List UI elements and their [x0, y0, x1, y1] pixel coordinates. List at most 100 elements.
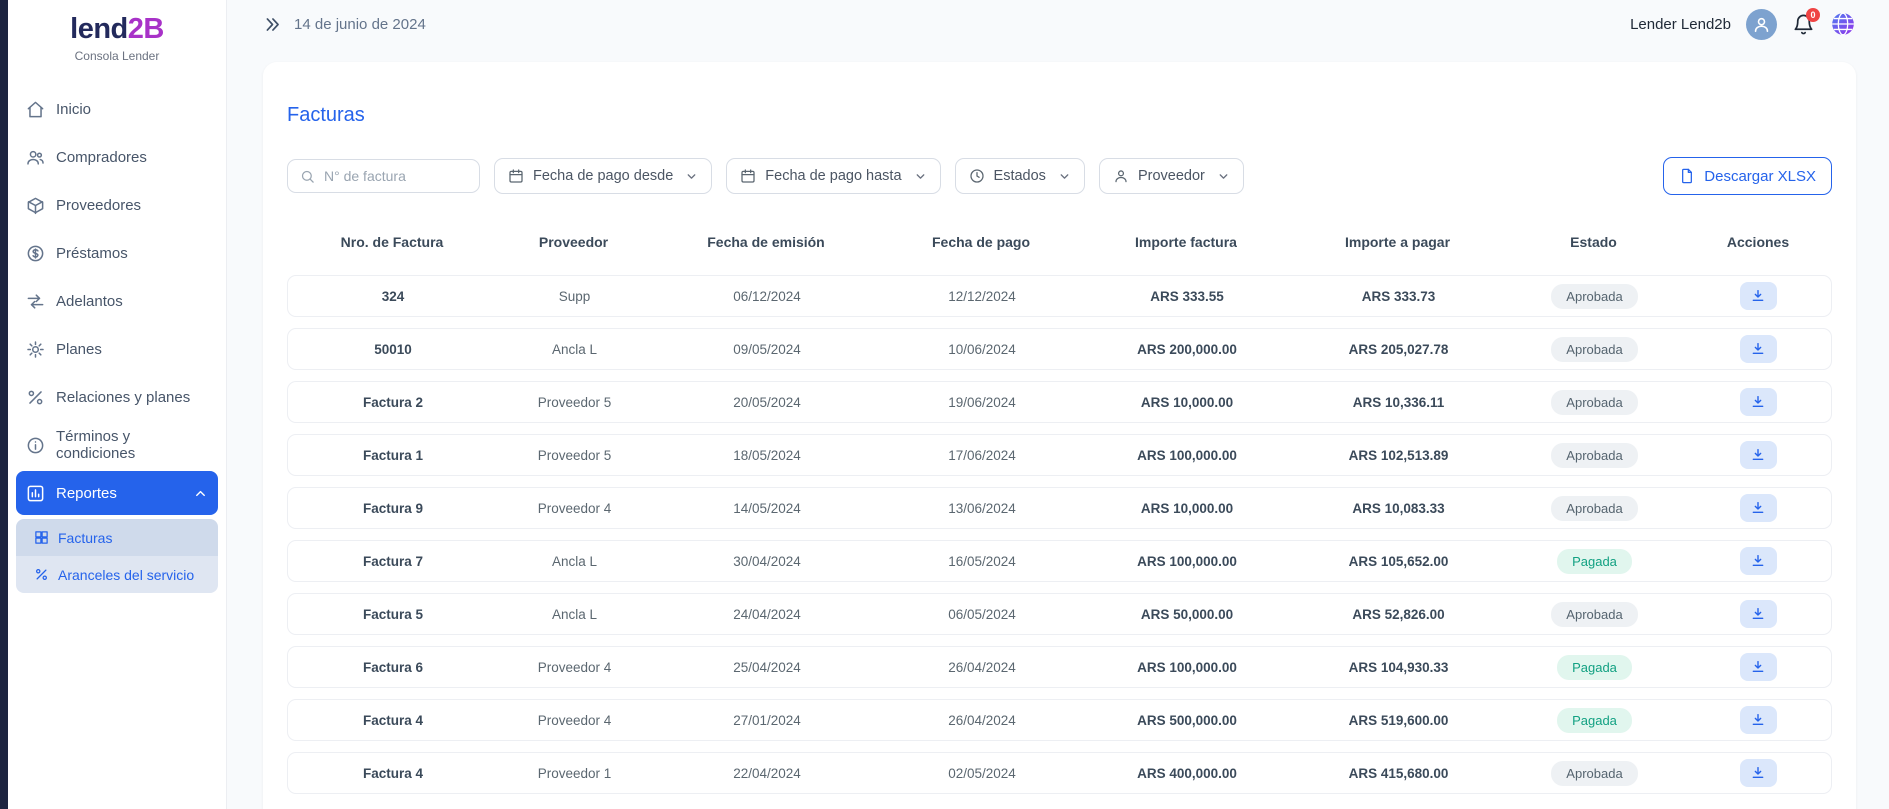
cell-payable-amount: ARS 519,600.00 [1293, 713, 1504, 728]
states-filter[interactable]: Estados [955, 158, 1085, 194]
cell-invoice-number: Factura 7 [288, 554, 498, 569]
sidebar-item-label: Términos y condiciones [56, 428, 208, 462]
transfer-icon [26, 292, 45, 311]
double-chevron-right-icon[interactable] [263, 15, 282, 34]
download-row-button[interactable] [1740, 388, 1777, 416]
sidebar-item-terminos-y-condiciones[interactable]: Términos y condiciones [16, 423, 218, 467]
table-header-row: Nro. de Factura Proveedor Fecha de emisi… [287, 219, 1832, 265]
cell-payment-date: 06/05/2024 [883, 607, 1081, 622]
cell-invoice-number: Factura 5 [288, 607, 498, 622]
sidebar-item-prestamos[interactable]: Préstamos [16, 231, 218, 275]
download-icon [1750, 659, 1766, 675]
cell-payable-amount: ARS 205,027.78 [1293, 342, 1504, 357]
cell-actions [1685, 706, 1831, 734]
status-badge: Pagada [1557, 708, 1632, 733]
sidebar-item-planes[interactable]: Planes [16, 327, 218, 371]
cell-payable-amount: ARS 105,652.00 [1293, 554, 1504, 569]
cell-status: Aprobada [1504, 390, 1685, 415]
cell-actions [1685, 388, 1831, 416]
sidebar-item-adelantos[interactable]: Adelantos [16, 279, 218, 323]
cell-invoice-number: Factura 2 [288, 395, 498, 410]
cell-issue-date: 22/04/2024 [651, 766, 883, 781]
percent-icon [26, 388, 45, 407]
table-row: Factura 2 Proveedor 5 20/05/2024 19/06/2… [287, 381, 1832, 423]
download-row-button[interactable] [1740, 706, 1777, 734]
user-avatar[interactable] [1746, 9, 1777, 40]
download-row-button[interactable] [1740, 335, 1777, 363]
search-input[interactable] [324, 168, 467, 184]
cell-provider: Ancla L [498, 607, 651, 622]
cell-invoice-number: 50010 [288, 342, 498, 357]
file-icon [1679, 168, 1695, 184]
sidebar-item-inicio[interactable]: Inicio [16, 87, 218, 131]
cell-actions [1685, 335, 1831, 363]
notification-count-badge: 0 [1806, 8, 1820, 22]
sidebar-item-proveedores[interactable]: Proveedores [16, 183, 218, 227]
reportes-submenu: Facturas Aranceles del servicio [16, 519, 218, 593]
submenu-item-label: Aranceles del servicio [58, 567, 194, 583]
submenu-item-aranceles-del-servicio[interactable]: Aranceles del servicio [16, 556, 218, 593]
cell-status: Aprobada [1504, 602, 1685, 627]
sidebar-item-label: Proveedores [56, 197, 141, 214]
sidebar-item-label: Reportes [56, 485, 117, 502]
download-row-button[interactable] [1740, 494, 1777, 522]
language-globe-icon[interactable] [1830, 11, 1856, 37]
cell-invoice-amount: ARS 500,000.00 [1081, 713, 1293, 728]
provider-filter[interactable]: Proveedor [1099, 158, 1244, 194]
cell-invoice-amount: ARS 100,000.00 [1081, 554, 1293, 569]
col-header-estado: Estado [1503, 234, 1684, 250]
cell-provider: Ancla L [498, 342, 651, 357]
download-row-button[interactable] [1740, 653, 1777, 681]
filters-bar: Fecha de pago desde Fecha de pago hasta [287, 157, 1832, 195]
sidebar-item-label: Inicio [56, 101, 91, 118]
cell-provider: Proveedor 1 [498, 766, 651, 781]
cell-payment-date: 10/06/2024 [883, 342, 1081, 357]
download-row-button[interactable] [1740, 441, 1777, 469]
download-xlsx-button[interactable]: Descargar XLSX [1663, 157, 1832, 195]
download-row-button[interactable] [1740, 600, 1777, 628]
sidebar-item-compradores[interactable]: Compradores [16, 135, 218, 179]
status-badge: Aprobada [1551, 284, 1637, 309]
cell-issue-date: 20/05/2024 [651, 395, 883, 410]
cell-status: Aprobada [1504, 496, 1685, 521]
download-row-button[interactable] [1740, 759, 1777, 787]
breadcrumb-date: 14 de junio de 2024 [294, 16, 426, 33]
cell-payable-amount: ARS 52,826.00 [1293, 607, 1504, 622]
submenu-item-facturas[interactable]: Facturas [16, 519, 218, 556]
sidebar-item-reportes[interactable]: Reportes [16, 471, 218, 515]
sidebar-item-label: Relaciones y planes [56, 389, 190, 406]
invoice-search-box [287, 159, 480, 193]
cell-issue-date: 18/05/2024 [651, 448, 883, 463]
download-icon [1750, 553, 1766, 569]
cell-issue-date: 24/04/2024 [651, 607, 883, 622]
brand-name-secondary: 2B [128, 13, 164, 45]
cell-invoice-amount: ARS 100,000.00 [1081, 448, 1293, 463]
download-icon [1750, 606, 1766, 622]
download-row-button[interactable] [1740, 547, 1777, 575]
download-xlsx-label: Descargar XLSX [1704, 168, 1816, 185]
cell-payment-date: 19/06/2024 [883, 395, 1081, 410]
brand-name-primary: lend [70, 13, 128, 45]
download-row-button[interactable] [1740, 282, 1777, 310]
notification-bell-icon[interactable]: 0 [1792, 13, 1815, 36]
cell-status: Pagada [1504, 655, 1685, 680]
status-badge: Aprobada [1551, 337, 1637, 362]
date-from-filter[interactable]: Fecha de pago desde [494, 158, 712, 194]
sidebar-item-relaciones-y-planes[interactable]: Relaciones y planes [16, 375, 218, 419]
topbar: 14 de junio de 2024 Lender Lend2b 0 [227, 0, 1889, 40]
cell-payable-amount: ARS 10,083.33 [1293, 501, 1504, 516]
search-icon [300, 169, 315, 184]
date-to-filter[interactable]: Fecha de pago hasta [726, 158, 940, 194]
box-icon [26, 196, 45, 215]
table-row: Factura 1 Proveedor 5 18/05/2024 17/06/2… [287, 434, 1832, 476]
states-label: Estados [994, 168, 1046, 184]
cell-issue-date: 27/01/2024 [651, 713, 883, 728]
cell-payable-amount: ARS 102,513.89 [1293, 448, 1504, 463]
people-icon [26, 148, 45, 167]
status-badge: Pagada [1557, 655, 1632, 680]
cell-provider: Proveedor 5 [498, 395, 651, 410]
chevron-down-icon [1058, 170, 1071, 183]
breadcrumb: 14 de junio de 2024 [263, 15, 426, 34]
col-header-fecha-emision: Fecha de emisión [650, 234, 882, 250]
col-header-importe-factura: Importe factura [1080, 234, 1292, 250]
